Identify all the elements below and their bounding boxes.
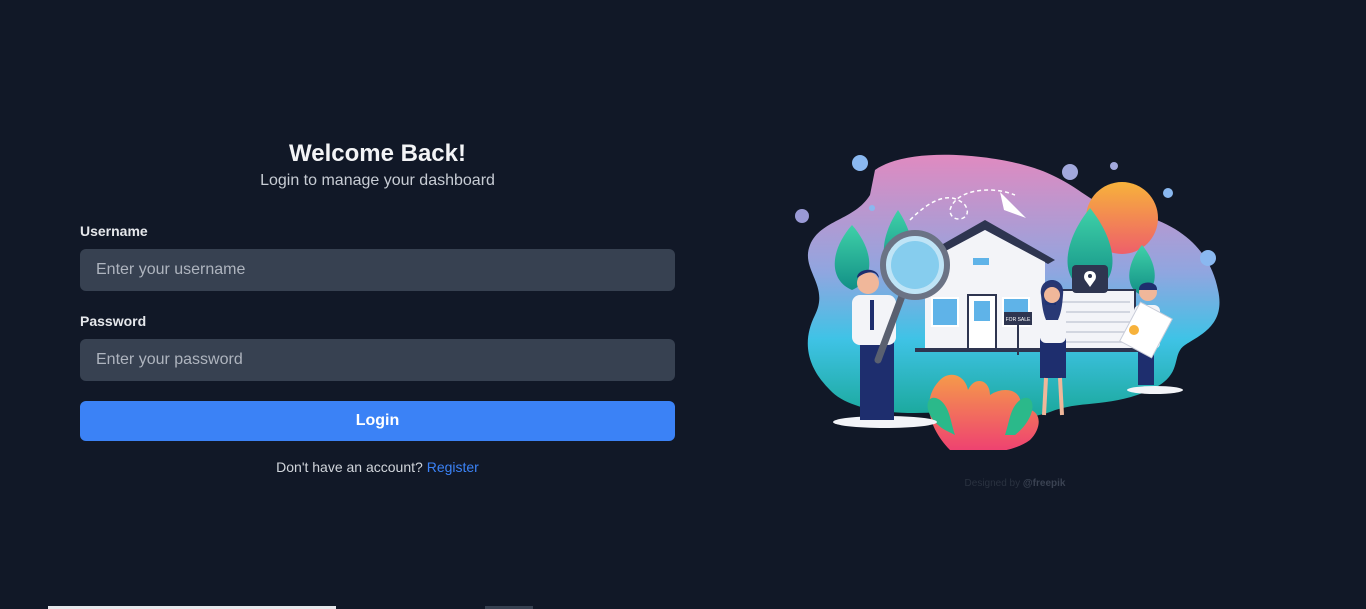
- register-link[interactable]: Register: [427, 459, 479, 475]
- house-window: [931, 297, 959, 327]
- credit-prefix: Designed by: [964, 478, 1021, 489]
- password-label: Password: [80, 313, 147, 329]
- register-prompt-text: Don't have an account?: [276, 459, 423, 475]
- username-input[interactable]: [80, 249, 675, 291]
- house-base: [915, 348, 1140, 352]
- password-input[interactable]: [80, 339, 675, 381]
- man-legs: [860, 340, 894, 420]
- login-page: Welcome Back! Login to manage your dashb…: [0, 0, 1366, 609]
- decor-dot: [795, 209, 809, 223]
- for-sale-sign-text: FOR SALE: [1006, 317, 1031, 323]
- decor-dot: [1200, 250, 1216, 266]
- decor-dot: [1163, 188, 1173, 198]
- decor-dot: [852, 155, 868, 171]
- illustration-credit: Designed by @freepik: [940, 478, 1090, 489]
- username-label: Username: [80, 223, 148, 239]
- login-button[interactable]: Login: [80, 401, 675, 441]
- decor-dot: [1062, 164, 1078, 180]
- page-subtitle: Login to manage your dashboard: [260, 172, 495, 189]
- register-prompt-row: Don't have an account? Register: [80, 459, 675, 475]
- page-title: Welcome Back!: [289, 140, 466, 167]
- decor-dot: [1110, 162, 1118, 170]
- house-door-glass: [974, 301, 990, 321]
- woman-skirt: [1040, 338, 1066, 378]
- real-estate-illustration: FOR SALE: [795, 154, 1220, 450]
- decor-dot: [869, 205, 875, 211]
- house-attic-window: [973, 258, 989, 265]
- login-form: Welcome Back! Login to manage your dashb…: [80, 138, 675, 475]
- credit-brand: @freepik: [1022, 478, 1066, 489]
